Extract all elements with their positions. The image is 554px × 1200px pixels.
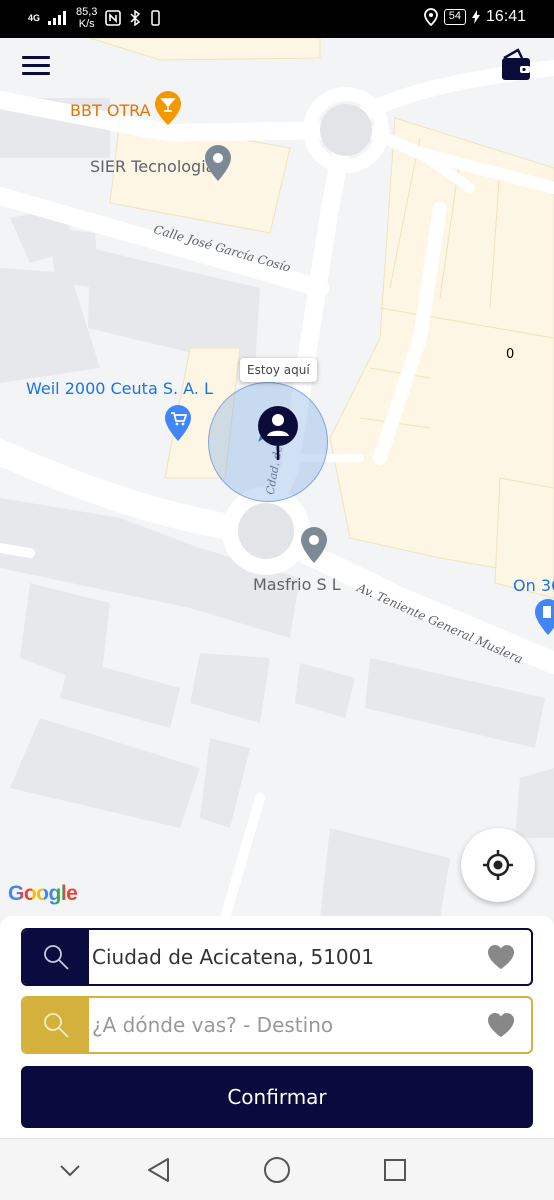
google-logo: Google (8, 882, 78, 906)
shopping-pin-icon (165, 405, 191, 441)
my-location-button[interactable] (461, 828, 535, 902)
network-type: 4G (28, 12, 41, 23)
poi-bbt-label: BBT OTRA (70, 101, 151, 120)
app-screen: 4G 85,3 K/s 54 16:41 BBT OTRA SIER Tecno… (0, 0, 554, 1200)
wallet-icon[interactable] (500, 48, 532, 82)
crosshair-icon (483, 850, 513, 880)
poi-masfrio-label: Masfrio S L (253, 575, 341, 594)
status-left: 4G 85,3 K/s (28, 6, 161, 30)
search-icon (44, 1013, 69, 1038)
poi-on36-label: On 36 (513, 576, 554, 595)
recents-icon[interactable] (380, 1155, 410, 1185)
poi-sier-label: SIER Tecnologia (90, 157, 216, 176)
origin-favorite-button[interactable] (471, 930, 531, 984)
map-view[interactable]: BBT OTRA SIER Tecnologia Weil 2000 Ceuta… (0, 38, 554, 918)
gas-pin-icon (535, 599, 554, 635)
destination-search-icon-box (23, 998, 89, 1052)
heart-icon (488, 945, 514, 969)
status-right: 54 16:41 (423, 8, 526, 26)
network-speed: 85,3 K/s (76, 6, 97, 30)
location-icon (423, 8, 438, 26)
origin-input[interactable]: Ciudad de Acicatena, 51001 (89, 945, 471, 969)
signal-icon (48, 11, 67, 25)
charging-icon (471, 10, 480, 24)
status-bar: 4G 85,3 K/s 54 16:41 (0, 0, 554, 38)
back-icon[interactable] (144, 1155, 174, 1185)
speed-value: 85,3 (76, 6, 98, 18)
route-panel: Ciudad de Acicatena, 51001 ¿A dónde vas?… (0, 916, 554, 1138)
collapse-chevron-icon[interactable] (55, 1155, 85, 1185)
marker-number: 0 (506, 347, 515, 362)
place-pin-icon (301, 527, 327, 563)
place-pin-icon (205, 145, 231, 181)
heart-icon (488, 1013, 514, 1037)
home-icon[interactable] (262, 1155, 292, 1185)
clock: 16:41 (485, 8, 526, 25)
confirm-button[interactable]: Confirmar (21, 1066, 533, 1128)
system-nav-bar (0, 1138, 554, 1200)
speed-unit: K/s (78, 18, 95, 30)
origin-search-icon-box (23, 930, 89, 984)
destination-field[interactable]: ¿A dónde vas? - Destino (21, 996, 533, 1054)
destination-input[interactable]: ¿A dónde vas? - Destino (89, 1013, 471, 1037)
menu-line (22, 64, 50, 67)
bar-pin-icon (155, 91, 181, 125)
location-bubble: Estoy aquí (240, 358, 317, 382)
user-location-pin-icon[interactable] (256, 404, 300, 464)
search-icon (44, 945, 69, 970)
menu-button[interactable] (22, 56, 50, 78)
menu-line (22, 56, 50, 59)
menu-line (22, 72, 50, 75)
google-logo-text: Google (8, 882, 78, 905)
bluetooth-icon (130, 10, 141, 26)
battery-level: 54 (443, 9, 466, 25)
poi-weil-label: Weil 2000 Ceuta S. A. L (26, 379, 213, 398)
origin-field[interactable]: Ciudad de Acicatena, 51001 (21, 928, 533, 986)
destination-favorite-button[interactable] (471, 998, 531, 1052)
vibrate-icon (151, 10, 161, 26)
nfc-icon (105, 10, 122, 26)
